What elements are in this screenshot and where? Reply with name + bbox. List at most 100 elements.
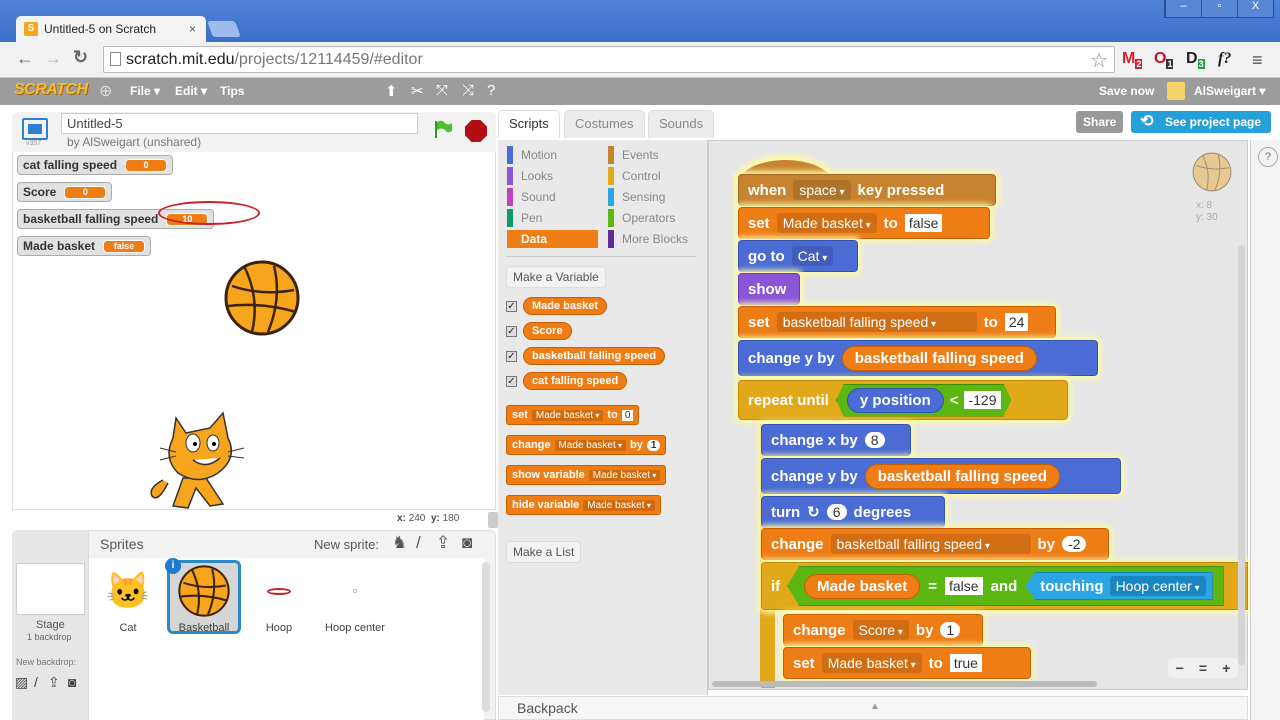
variable-reporter[interactable]: basketball falling speed (523, 347, 666, 365)
sprite-library-icon[interactable]: ♞ (392, 533, 407, 553)
change-score-block[interactable]: changeScoreby1 (783, 614, 983, 646)
user-avatar[interactable] (1167, 82, 1185, 100)
basketball-sprite[interactable] (224, 260, 300, 336)
change-basketball-speed-block[interactable]: changebasketball falling speedby-2 (761, 528, 1109, 560)
category-events[interactable]: Events (608, 146, 699, 164)
language-globe-icon[interactable]: ⊕ (99, 81, 112, 101)
touching-sensing-block[interactable]: touching Hoop center (1025, 572, 1213, 600)
change-y-block-inner[interactable]: change y by basketball falling speed (761, 458, 1121, 494)
upload-backdrop-icon[interactable]: ⇪ (48, 674, 60, 691)
repeat-until-block[interactable]: repeat until y position < -129 (738, 380, 1068, 420)
set-made-basket-block[interactable]: setMade baskettofalse (738, 207, 990, 239)
bookmark-star-icon[interactable]: ☆ (1090, 48, 1108, 73)
change-y-block[interactable]: change y by basketball falling speed (738, 340, 1098, 376)
palette-set-block[interactable]: setMade basketto0 (506, 405, 640, 425)
category-operators[interactable]: Operators (608, 209, 699, 227)
gmail-extension-icon[interactable]: M2 (1122, 50, 1143, 70)
variable-reporter[interactable]: Score (523, 322, 572, 340)
forward-icon[interactable]: → (44, 48, 62, 69)
checkbox[interactable]: ✓ (506, 375, 517, 387)
browser-tab[interactable]: S Untitled-5 on Scratch × (16, 16, 206, 42)
f-extension-icon[interactable]: f? (1218, 50, 1231, 68)
d-extension-icon[interactable]: D3 (1186, 50, 1205, 70)
address-bar[interactable]: scratch.mit.edu/projects/12114459/#edito… (103, 46, 1115, 73)
paint-backdrop-icon[interactable]: / (34, 674, 38, 690)
category-more-blocks[interactable]: More Blocks (608, 230, 699, 248)
menu-edit[interactable]: Edit ▾ (175, 84, 207, 98)
back-icon[interactable]: ← (16, 48, 34, 69)
chrome-menu-icon[interactable]: ≡ (1252, 50, 1263, 71)
close-window-button[interactable]: X (1237, 0, 1273, 17)
monitor-made-basket[interactable]: Made basket false (17, 236, 152, 256)
variable-reporter[interactable]: Made basket (523, 297, 608, 315)
category-data[interactable]: Data (507, 230, 598, 248)
menu-tips[interactable]: Tips (220, 84, 244, 98)
category-sensing[interactable]: Sensing (608, 188, 699, 206)
palette-hide-variable-block[interactable]: hide variable Made basket (506, 495, 661, 515)
new-tab-button[interactable] (207, 21, 241, 37)
project-title-input[interactable]: Untitled-5 (61, 113, 418, 134)
share-button[interactable]: Share (1076, 111, 1124, 133)
save-now-link[interactable]: Save now (1099, 84, 1154, 98)
sprite-hoop-center[interactable]: Hoop center (319, 560, 391, 634)
checkbox[interactable]: ✓ (506, 350, 517, 362)
shrink-icon[interactable]: ⤨ (462, 82, 474, 99)
script-horizontal-scrollbar[interactable] (712, 681, 1097, 687)
zoom-reset-icon[interactable]: = (1199, 660, 1207, 676)
make-list-button[interactable]: Make a List (506, 541, 582, 563)
category-control[interactable]: Control (608, 167, 699, 185)
show-block[interactable]: show (738, 273, 800, 305)
zoom-in-icon[interactable]: + (1222, 660, 1230, 676)
upload-sprite-icon[interactable]: ⇪ (436, 533, 450, 553)
delete-scissors-icon[interactable]: ✂ (411, 82, 424, 100)
category-motion[interactable]: Motion (507, 146, 598, 164)
tips-help-icon[interactable]: ? (1258, 147, 1278, 167)
variable-reporter[interactable]: cat falling speed (523, 372, 628, 390)
duplicate-stamp-icon[interactable]: ⬆ (385, 82, 398, 100)
tab-sounds[interactable]: Sounds (648, 110, 715, 138)
set-basketball-speed-block[interactable]: setbasketball falling speedto24 (738, 306, 1056, 338)
set-made-basket-true-block[interactable]: setMade baskettotrue (783, 647, 1031, 679)
menu-file[interactable]: File ▾ (130, 84, 160, 98)
sprite-list-scrollbar[interactable] (482, 562, 490, 712)
if-block[interactable]: if Made basket = false and touching Hoop cen… (761, 562, 1248, 610)
script-vertical-scrollbar[interactable] (1238, 245, 1245, 665)
help-icon[interactable]: ? (487, 82, 495, 99)
category-pen[interactable]: Pen (507, 209, 598, 227)
opera-extension-icon[interactable]: O1 (1154, 50, 1174, 70)
minimize-button[interactable]: – (1165, 0, 1201, 17)
cat-sprite[interactable] (148, 408, 246, 510)
monitor-score[interactable]: Score 0 (17, 182, 113, 202)
turn-block[interactable]: turn ↻ 6 degrees (761, 496, 945, 528)
category-sound[interactable]: Sound (507, 188, 598, 206)
user-menu[interactable]: AlSweigart ▾ (1194, 84, 1265, 98)
checkbox[interactable]: ✓ (506, 325, 517, 337)
palette-show-variable-block[interactable]: show variable Made basket (506, 465, 667, 485)
camera-backdrop-icon[interactable]: ◙ (68, 674, 76, 690)
sprite-cat[interactable]: 🐱 Cat (92, 560, 164, 634)
scratch-logo[interactable]: SCRATCH (14, 81, 88, 99)
make-variable-button[interactable]: Make a Variable (506, 266, 606, 288)
go-to-block[interactable]: go to Cat (738, 240, 858, 272)
less-than-operator[interactable]: y position < -129 (836, 384, 1012, 417)
tab-close-icon[interactable]: × (189, 22, 196, 36)
sprite-basketball[interactable]: Basketball (168, 560, 240, 634)
paint-sprite-icon[interactable]: / (416, 533, 421, 553)
zoom-out-icon[interactable]: − (1176, 660, 1184, 676)
camera-sprite-icon[interactable]: ◙ (462, 533, 472, 553)
tab-scripts[interactable]: Scripts (498, 110, 560, 138)
monitor-cat-falling-speed[interactable]: cat falling speed 0 (17, 155, 174, 175)
and-operator[interactable]: Made basket = false and touching Hoop center (787, 566, 1224, 606)
tab-costumes[interactable]: Costumes (564, 110, 645, 138)
collapse-stage-handle[interactable] (488, 512, 498, 528)
grow-icon[interactable]: ⤧ (436, 82, 448, 99)
category-looks[interactable]: Looks (507, 167, 598, 185)
sprite-hoop[interactable]: Hoop (243, 560, 315, 634)
green-flag-icon[interactable] (432, 118, 454, 140)
backpack-expand-arrow-icon[interactable]: ▲ (870, 701, 880, 712)
maximize-button[interactable]: ▫ (1201, 0, 1237, 17)
reload-icon[interactable]: ↻ (73, 47, 88, 68)
fullscreen-icon[interactable] (22, 118, 48, 140)
checkbox[interactable]: ✓ (506, 300, 517, 312)
stage-thumbnail[interactable] (16, 563, 85, 615)
